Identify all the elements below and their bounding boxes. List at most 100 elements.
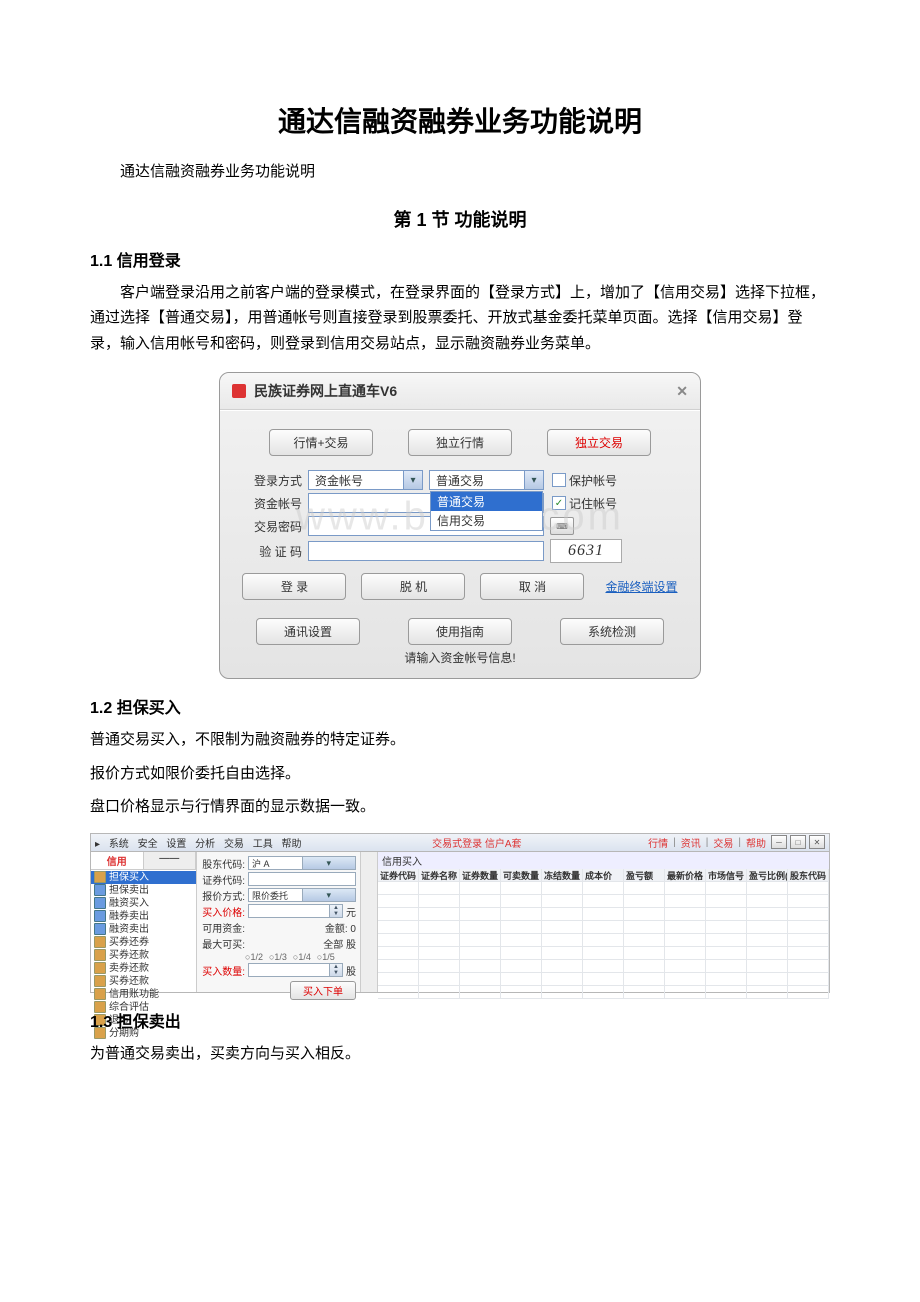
buy-price-input[interactable]: ▲▼: [248, 904, 343, 918]
fraction-option[interactable]: ○1/2: [245, 952, 263, 962]
sidebar-item[interactable]: 担保卖出: [91, 884, 196, 897]
table-panel-title: 信用买入: [378, 852, 829, 869]
table-col-header[interactable]: 冻结数量: [542, 869, 583, 881]
cancel-button[interactable]: 取 消: [480, 573, 584, 600]
price-method-select[interactable]: 限价委托 ▾: [248, 888, 356, 902]
shareholder-account-select[interactable]: 沪 A ▾: [248, 856, 356, 870]
login-button[interactable]: 登 录: [242, 573, 346, 600]
table-col-header[interactable]: 市场信号: [706, 869, 747, 881]
sidebar-item[interactable]: 信用账功能: [91, 988, 196, 1001]
menu-tools[interactable]: 工具: [253, 839, 273, 850]
fraction-option[interactable]: ○1/5: [317, 952, 335, 962]
sidebar-item[interactable]: 买券还款: [91, 975, 196, 988]
quote-collapse-panel[interactable]: [361, 852, 378, 992]
chevron-down-icon[interactable]: ▾: [524, 471, 543, 489]
menu-security[interactable]: 安全: [138, 839, 158, 850]
trade-menu-bar: ▸ 系统 安全 设置 分析 交易 工具 帮助: [95, 835, 308, 850]
menu-trade[interactable]: 交易: [224, 839, 244, 850]
minimize-icon[interactable]: ─: [771, 835, 787, 849]
sidebar-item[interactable]: 卖券还款: [91, 962, 196, 975]
fraction-option[interactable]: ○1/3: [269, 952, 287, 962]
sidebar-item[interactable]: 买券还款: [91, 949, 196, 962]
section-1-2-heading: 1.2 担保买入: [90, 694, 830, 718]
table-col-header[interactable]: 股东代码: [788, 869, 829, 881]
buy-qty-input[interactable]: ▲▼: [248, 963, 343, 977]
fraction-option[interactable]: ○1/4: [293, 952, 311, 962]
available-cash-value: 金额: 0: [248, 920, 356, 935]
topbar-link-trade[interactable]: 交易: [713, 835, 733, 850]
topbar-link-help[interactable]: 帮助: [746, 835, 766, 850]
qty-stepper[interactable]: ▲▼: [329, 964, 342, 976]
chevron-down-icon[interactable]: ▾: [302, 889, 356, 901]
menu-system[interactable]: 系统: [109, 839, 129, 850]
sidebar-item[interactable]: 担保买入: [91, 871, 196, 884]
table-col-header[interactable]: 可卖数量: [501, 869, 542, 881]
menu-settings[interactable]: 设置: [166, 839, 186, 850]
table-col-header[interactable]: 最新价格: [665, 869, 706, 881]
label-buy-price: 买入价格:: [201, 904, 248, 919]
sidebar-item[interactable]: 融券卖出: [91, 910, 196, 923]
checkbox-icon: [552, 473, 566, 487]
label-price-method: 报价方式:: [201, 888, 248, 903]
folder-icon: [94, 910, 106, 922]
connection-settings-button[interactable]: 通讯设置: [256, 618, 360, 645]
label-login-method: 登录方式: [232, 472, 308, 489]
folder-icon: [94, 897, 106, 909]
maximize-icon[interactable]: □: [790, 835, 806, 849]
label-password: 交易密码: [232, 518, 308, 535]
menu-help[interactable]: 帮助: [282, 839, 302, 850]
folder-icon: [94, 962, 106, 974]
app-logo-icon: [232, 384, 246, 398]
trade-type-select[interactable]: 普通交易 ▾ 普通交易 信用交易: [429, 470, 544, 490]
section-1-2-p3: 盘口价格显示与行情界面的显示数据一致。: [90, 795, 830, 821]
tab-market-trade[interactable]: 行情+交易: [269, 429, 373, 456]
menu-analysis[interactable]: 分析: [195, 839, 215, 850]
section-1-3-p1: 为普通交易卖出，买卖方向与买入相反。: [90, 1042, 830, 1068]
table-col-header[interactable]: 盈亏额: [624, 869, 665, 881]
protect-account-checkbox[interactable]: 保护帐号: [552, 472, 617, 489]
captcha-input[interactable]: [308, 541, 544, 561]
table-col-header[interactable]: 盈亏比例(%): [747, 869, 788, 881]
table-col-header[interactable]: 证券名称: [419, 869, 460, 881]
sidebar-item[interactable]: 买券还券: [91, 936, 196, 949]
section-1-2-p2: 报价方式如限价委托自由选择。: [90, 762, 830, 788]
user-guide-button[interactable]: 使用指南: [408, 618, 512, 645]
folder-icon: [94, 871, 106, 883]
captcha-image[interactable]: 6631: [550, 539, 622, 563]
table-col-header[interactable]: 证券数量: [460, 869, 501, 881]
folder-icon: [94, 936, 106, 948]
login-method-select[interactable]: 资金帐号 ▾: [308, 470, 423, 490]
close-icon[interactable]: ✕: [676, 383, 688, 400]
price-stepper[interactable]: ▲▼: [329, 905, 342, 917]
terminal-settings-link[interactable]: 金融终端设置: [605, 578, 677, 595]
system-check-button[interactable]: 系统检测: [560, 618, 664, 645]
dropdown-item-credit[interactable]: 信用交易: [431, 511, 542, 530]
table-col-header[interactable]: 证券代码: [378, 869, 419, 881]
max-buy-suffix: 全部 股: [323, 936, 356, 951]
sidebar-item[interactable]: 融资卖出: [91, 923, 196, 936]
tab-market-only[interactable]: 独立行情: [408, 429, 512, 456]
sidebar-tab-other[interactable]: ——: [144, 852, 197, 869]
submit-buy-button[interactable]: 买入下单: [290, 981, 356, 1000]
folder-icon: [94, 923, 106, 935]
label-security-code: 证券代码:: [201, 872, 248, 887]
topbar-link-news[interactable]: 资讯: [681, 835, 701, 850]
security-code-input[interactable]: [248, 872, 356, 886]
topbar-link-quotes[interactable]: 行情: [648, 835, 668, 850]
chevron-down-icon[interactable]: ▾: [403, 471, 422, 489]
sidebar-tab-credit[interactable]: 信用: [91, 852, 144, 869]
trade-title-center: 交易式登录 信户A套: [432, 835, 521, 850]
chevron-down-icon[interactable]: ▾: [302, 857, 356, 869]
dropdown-item-normal[interactable]: 普通交易: [431, 492, 542, 511]
offline-button[interactable]: 脱 机: [361, 573, 465, 600]
label-available-cash: 可用资金:: [201, 920, 248, 935]
sidebar-item[interactable]: 融资买入: [91, 897, 196, 910]
label-max-buy: 最大可买:: [201, 936, 248, 951]
soft-keyboard-icon[interactable]: ⌨: [550, 517, 574, 535]
section-1-3-heading: 1.3 担保卖出: [90, 1008, 830, 1032]
table-col-header[interactable]: 成本价: [583, 869, 624, 881]
remember-account-checkbox[interactable]: ✓ 记住帐号: [552, 495, 617, 512]
tab-trade-only[interactable]: 独立交易: [547, 429, 651, 456]
label-account: 资金帐号: [232, 495, 308, 512]
close-icon[interactable]: ✕: [809, 835, 825, 849]
